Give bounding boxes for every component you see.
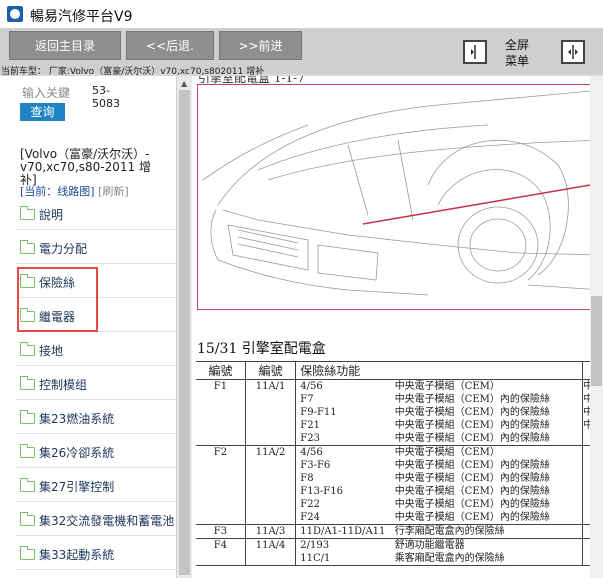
back-button[interactable]: <<后退. — [126, 31, 214, 60]
document-view: 引擎室配電盒 1-1-7 15/31 引擎室配電盒 編號 編號 保險絲功能 F1… — [192, 76, 603, 578]
highlight-box — [17, 267, 98, 332]
current-view-link[interactable]: [当前：线路图] — [20, 185, 95, 198]
fuse-functions: 中央電子模組（CEM） 中央電子模組（CEM）內的保險絲 中央電子模組（CEM）內的… — [394, 379, 583, 446]
fuse-refs: 2/193 11C/1 — [295, 538, 395, 566]
scroll-up-icon[interactable]: ▲ — [181, 79, 187, 88]
divider — [16, 467, 176, 468]
car-illustration — [197, 84, 603, 310]
back-home-button[interactable]: 返回主目录 — [9, 31, 121, 60]
divider — [16, 263, 176, 264]
search-button[interactable]: 查询 — [20, 103, 65, 121]
section-title: 15/31 引擎室配電盒 — [197, 341, 326, 357]
divider — [16, 501, 176, 502]
sidebar-scroll-thumb[interactable] — [179, 90, 190, 575]
search-input[interactable]: 53- 5083 — [92, 84, 120, 110]
tree-item-description[interactable]: 說明 — [20, 202, 63, 226]
refresh-link[interactable]: [刷新] — [98, 185, 129, 198]
fuse-id: F1 — [196, 379, 246, 446]
fullscreen-menu-label[interactable]: 全屏 菜单 — [505, 37, 529, 69]
tree-item-alternator-battery[interactable]: 集32交流發電機和蓄電池 — [20, 508, 174, 532]
tree-item-ground[interactable]: 接地 — [20, 338, 63, 362]
fuse-functions: 中央電子模組（CEM） 中央電子模組（CEM）內的保險絲 中央電子模組（CEM）內的… — [394, 445, 583, 525]
table-row: F3 11A/3 11D/A1-11D/A11 行李廂配電盒內的保險絲 — [196, 524, 603, 539]
tree-item-starting-system[interactable]: 集33起動系統 — [20, 542, 114, 566]
title-bar: 暢易汽修平台V9 — [0, 0, 603, 28]
table-header: 保險絲功能 — [295, 361, 395, 380]
fuse-code: 11A/3 — [245, 524, 297, 539]
folder-icon — [20, 341, 35, 356]
document-scrollbar[interactable] — [590, 76, 603, 578]
divider — [16, 535, 176, 536]
divider — [16, 399, 176, 400]
folder-icon — [20, 545, 35, 560]
fuse-table: 編號 編號 保險絲功能 F1 11A/1 4/56 F7 F9-F11 F21 F23 … — [196, 361, 603, 566]
fuse-refs: 4/56 F7 F9-F11 F21 F23 — [295, 379, 395, 446]
menu-toggle-icon[interactable] — [561, 40, 585, 64]
divider — [16, 569, 176, 570]
fuse-id: F2 — [196, 445, 246, 525]
fuse-functions: 行李廂配電盒內的保險絲 — [394, 524, 583, 539]
divider — [16, 229, 176, 230]
fuse-functions: 舒適功能繼電器 乘客廂配電盒內的保險絲 — [394, 538, 583, 566]
document-scroll-thumb[interactable] — [591, 296, 602, 386]
fullscreen-toggle-icon[interactable] — [463, 40, 487, 64]
fuse-code: 11A/1 — [245, 379, 297, 446]
tree-item-fuel-system[interactable]: 集23燃油系統 — [20, 406, 114, 430]
folder-icon — [20, 409, 35, 424]
table-row: F2 11A/2 4/56 F3-F6 F8 F13-F16 F22 F24 中央電子模組… — [196, 445, 603, 525]
table-header-blank — [394, 361, 583, 380]
divider — [16, 433, 176, 434]
divider — [16, 365, 176, 366]
tree-item-control-module[interactable]: 控制模组 — [20, 372, 87, 396]
sidebar-scrollbar[interactable]: ▲ — [176, 76, 193, 578]
tree-item-power-distribution[interactable]: 電力分配 — [20, 236, 87, 260]
folder-icon — [20, 511, 35, 526]
sidebar: 输入关鍵 53- 5083 查询 [Volvo（富豪/沃尔沃）-v70,xc70… — [0, 76, 176, 578]
folder-icon — [20, 443, 35, 458]
table-header: 編號 — [196, 361, 246, 380]
table-row: F1 11A/1 4/56 F7 F9-F11 F21 F23 中央電子模組（CEM）中… — [196, 379, 603, 446]
current-view: [当前：线路图] [刷新] — [20, 183, 129, 199]
folder-icon — [20, 239, 35, 254]
app-icon — [7, 6, 23, 22]
table-header: 編號 — [245, 361, 297, 380]
fuse-id: F4 — [196, 538, 246, 566]
tree-item-cooling-system[interactable]: 集26冷卻系統 — [20, 440, 114, 464]
folder-icon — [20, 205, 35, 220]
fuse-code: 11A/4 — [245, 538, 297, 566]
fuse-id: F3 — [196, 524, 246, 539]
folder-icon — [20, 375, 35, 390]
folder-icon — [20, 477, 35, 492]
vehicle-name: [Volvo（富豪/沃尔沃）-v70,xc70,s80-2011 增补] — [20, 147, 151, 187]
tree-item-engine-control[interactable]: 集27引擎控制 — [20, 474, 114, 498]
table-row: F4 11A/4 2/193 11C/1 舒適功能繼電器 乘客廂配電盒內的保險絲 — [196, 538, 603, 566]
fuse-refs: 11D/A1-11D/A11 — [295, 524, 395, 539]
forward-button[interactable]: >>前进 — [219, 31, 302, 60]
fuse-code: 11A/2 — [245, 445, 297, 525]
fuse-refs: 4/56 F3-F6 F8 F13-F16 F22 F24 — [295, 445, 395, 525]
window-title: 暢易汽修平台V9 — [30, 9, 133, 25]
search-label: 输入关鍵 — [22, 86, 71, 100]
